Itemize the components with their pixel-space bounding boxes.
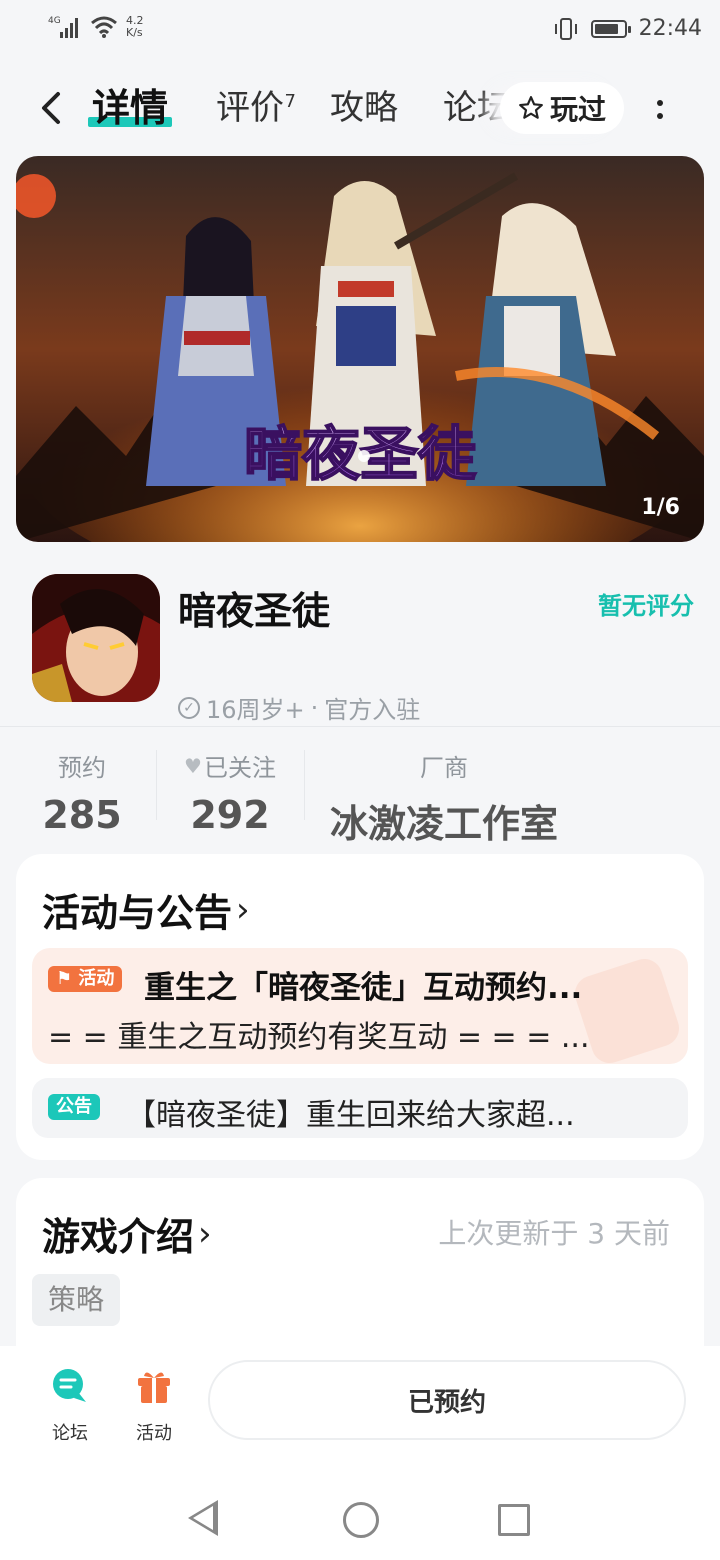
intro-header[interactable]: 游戏介绍 › bbox=[42, 1206, 212, 1261]
official-label: 官方入驻 bbox=[324, 696, 421, 724]
stat-developer[interactable]: 厂商 冰激凌工作室 bbox=[318, 748, 570, 848]
game-meta: ✓ 16周岁+ · 官方入驻 bbox=[178, 690, 420, 725]
nav-home-icon[interactable] bbox=[343, 1502, 379, 1538]
wifi-icon bbox=[91, 16, 117, 38]
announcements-header[interactable]: 活动与公告 › bbox=[42, 882, 250, 937]
star-icon bbox=[519, 96, 543, 119]
intro-title: 游戏介绍 bbox=[42, 1215, 195, 1259]
tab-guides[interactable]: 攻略 bbox=[330, 86, 398, 130]
heart-icon: ♥ bbox=[184, 753, 202, 778]
rating-status: 暂无评分 bbox=[598, 592, 694, 620]
activity-button[interactable]: 活动 bbox=[114, 1366, 194, 1445]
divider bbox=[0, 726, 720, 727]
battery-icon bbox=[590, 19, 631, 38]
chat-bubble-icon bbox=[53, 1369, 86, 1402]
activity-label: 活动 bbox=[136, 1423, 172, 1444]
notice-text: 【暗夜圣徒】重生回来给大家超... bbox=[126, 1098, 575, 1133]
game-title: 暗夜圣徒 bbox=[178, 589, 331, 633]
stat-followers-label-row: ♥ 已关注 bbox=[170, 748, 290, 783]
notice-tag: 公告 bbox=[48, 1094, 100, 1120]
cellular-signal-icon: 4G bbox=[48, 16, 78, 38]
activity-subtitle: = = 重生之互动预约有奖互动 = = = ... bbox=[48, 1020, 590, 1055]
update-time: 上次更新于 3 天前 bbox=[438, 1217, 670, 1250]
stat-followers-label: 已关注 bbox=[203, 754, 276, 782]
status-left: 4G 4.2 K/s bbox=[48, 14, 144, 40]
forum-label: 论坛 bbox=[52, 1423, 88, 1444]
tab-guides-label: 攻略 bbox=[330, 88, 398, 128]
tab-reviews-badge: 7 bbox=[284, 91, 296, 112]
status-right: 22:44 bbox=[553, 16, 702, 41]
announcements-title: 活动与公告 bbox=[42, 891, 233, 935]
more-options-icon[interactable] bbox=[644, 92, 676, 126]
stat-developer-value: 冰激凌工作室 bbox=[329, 802, 558, 846]
stat-developer-label: 厂商 bbox=[420, 754, 468, 782]
activity-title: 重生之「暗夜圣徒」互动预约... bbox=[144, 970, 583, 1006]
reserved-button[interactable]: 已预约 bbox=[208, 1360, 686, 1440]
app-icon bbox=[32, 574, 160, 702]
stat-divider bbox=[156, 750, 157, 820]
gift-icon bbox=[138, 1372, 170, 1403]
stat-reservations: 预约 285 bbox=[36, 748, 128, 837]
system-nav-bar bbox=[0, 1458, 720, 1560]
forum-button[interactable]: 论坛 bbox=[30, 1366, 110, 1445]
megaphone-icon: ⚑ bbox=[56, 968, 73, 989]
meta-separator: · bbox=[310, 693, 319, 722]
net-speed: 4.2 K/s bbox=[126, 15, 144, 39]
bottom-action-bar: 论坛 活动 已预约 bbox=[0, 1346, 720, 1458]
played-button[interactable]: 玩过 bbox=[500, 82, 624, 134]
banner-carousel[interactable]: 暗夜圣徒 1/6 bbox=[16, 156, 704, 542]
activity-tag-label: 活动 bbox=[78, 968, 115, 989]
played-label: 玩过 bbox=[549, 93, 606, 126]
age-rating: 16周岁+ bbox=[206, 696, 305, 724]
chevron-right-icon: › bbox=[236, 889, 250, 930]
notice-item[interactable]: 公告 【暗夜圣徒】重生回来给大家超... bbox=[32, 1078, 688, 1138]
banner-artwork: 暗夜圣徒 bbox=[16, 156, 704, 542]
tab-reviews[interactable]: 评价 7 bbox=[216, 86, 296, 130]
tab-details[interactable]: 详情 bbox=[88, 86, 173, 130]
nav-recents-icon[interactable] bbox=[498, 1504, 530, 1536]
chevron-right-icon: › bbox=[198, 1213, 212, 1254]
nav-back-icon-inner bbox=[193, 1506, 213, 1530]
banner-page-counter: 1/6 bbox=[641, 495, 680, 520]
check-circle-icon: ✓ bbox=[178, 696, 200, 719]
activity-tag: ⚑ 活动 bbox=[48, 966, 123, 992]
net-speed-unit: K/s bbox=[126, 26, 143, 39]
genre-tag[interactable]: 策略 bbox=[32, 1274, 121, 1326]
activity-item[interactable]: ⚑ 活动 重生之「暗夜圣徒」互动预约... = = 重生之互动预约有奖互动 = … bbox=[32, 948, 688, 1064]
back-icon[interactable] bbox=[36, 88, 68, 128]
tab-details-label: 详情 bbox=[92, 86, 169, 130]
stat-reservations-label: 预约 bbox=[58, 754, 106, 782]
stat-reservations-value: 285 bbox=[42, 793, 122, 837]
stat-followers: ♥ 已关注 292 bbox=[170, 748, 290, 838]
signal-type: 4G bbox=[48, 16, 61, 26]
vibrate-icon bbox=[554, 17, 577, 40]
announcements-card: 活动与公告 › ⚑ 活动 重生之「暗夜圣徒」互动预约... = = 重生之互动预… bbox=[16, 854, 704, 1160]
tab-reviews-label: 评价 bbox=[216, 88, 284, 128]
clock: 22:44 bbox=[638, 16, 702, 41]
stat-divider bbox=[304, 750, 305, 820]
stat-followers-value: 292 bbox=[190, 793, 270, 837]
status-bar: 4G 4.2 K/s 22:44 bbox=[0, 0, 720, 62]
